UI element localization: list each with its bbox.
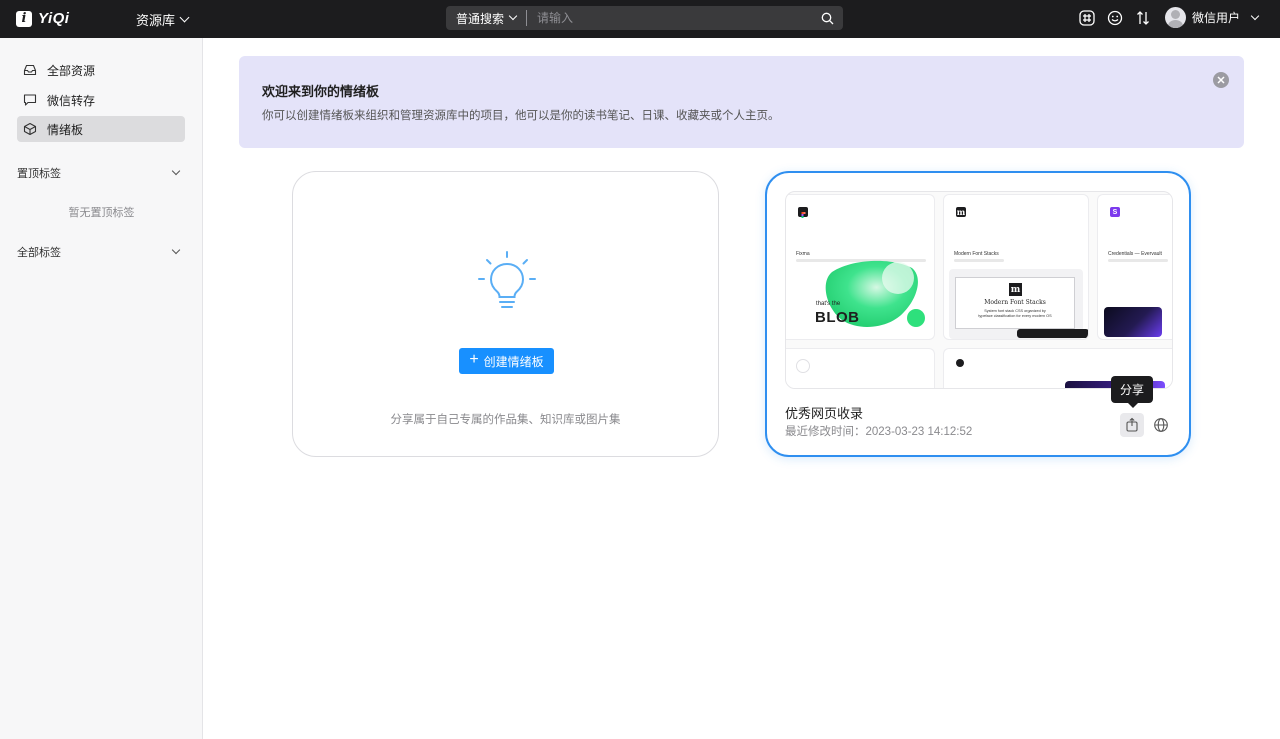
evervault-preview-image <box>1104 307 1162 337</box>
inbox-icon <box>23 63 37 77</box>
sidebar-item-wechat-saved[interactable]: 微信转存 <box>17 87 185 113</box>
chat-bubble-icon <box>23 93 37 107</box>
lightbulb-icon <box>474 250 540 321</box>
tile-url <box>1108 259 1168 262</box>
cube-icon <box>23 122 37 136</box>
user-name: 微信用户 <box>1191 11 1240 25</box>
create-moodboard-button[interactable]: + 创建情绪板 <box>459 348 554 374</box>
chevron-down-icon <box>171 245 181 255</box>
welcome-banner: 欢迎来到你的情绪板 你可以创建情绪板来组织和管理资源库中的项目，他可以是你的读书… <box>239 56 1244 148</box>
figma-icon <box>798 207 808 218</box>
section-title: 置顶标签 <box>17 168 61 180</box>
tile-title: Credentials — Evervault <box>1108 251 1162 257</box>
moodboard-card[interactable]: Fixma that's the BLOB m Modern Font Stac… <box>765 171 1191 457</box>
library-switcher[interactable]: 资源库 <box>136 10 190 29</box>
avatar <box>1164 7 1186 28</box>
chevron-down-icon <box>1250 11 1260 20</box>
sidebar-item-label: 全部资源 <box>47 63 96 78</box>
preview-tile: m Modern Font Stacks m Modern Font Stack… <box>943 194 1089 340</box>
banner-title: 欢迎来到你的情绪板 <box>262 84 380 99</box>
site-favicon-icon <box>956 359 964 367</box>
chevron-down-icon <box>179 12 190 23</box>
font-stack-logo: m <box>1009 283 1022 296</box>
publish-web-button[interactable] <box>1149 413 1173 437</box>
logo-mark: i <box>16 10 32 27</box>
font-stack-card-desc: System font stack CSS organized by <box>984 309 1046 313</box>
font-stack-logo-icon: m <box>956 207 966 217</box>
section-title: 全部标签 <box>17 247 61 259</box>
user-menu[interactable]: 微信用户 <box>1164 7 1260 28</box>
search-icon[interactable] <box>815 6 839 30</box>
create-hint: 分享属于自己专属的作品集、知识库或图片集 <box>390 414 621 426</box>
sidebar-item-label: 微信转存 <box>47 93 96 108</box>
create-button-label: 创建情绪板 <box>483 354 544 369</box>
search-type-dropdown[interactable]: 普通搜索 <box>446 6 526 30</box>
pinned-tags-header[interactable]: 置顶标签 <box>17 164 185 182</box>
sidebar: 全部资源 微信转存 情绪板 置顶标签 暂无置顶标签 全部标签 <box>0 38 203 739</box>
banner-description: 你可以创建情绪板来组织和管理资源库中的项目，他可以是你的读书笔记、日课、收藏夹或… <box>262 110 780 122</box>
moodboard-modified-time: 最近修改时间：2023-03-23 14:12:52 <box>785 426 973 438</box>
library-label: 资源库 <box>136 13 176 28</box>
blob-image <box>825 260 925 327</box>
toast-bar <box>1017 329 1088 338</box>
share-icon <box>1126 417 1138 432</box>
blob-caption-big: BLOB <box>815 309 860 326</box>
search-type-label: 普通搜索 <box>456 11 505 26</box>
font-stack-card-desc: typeface classification for every modern… <box>978 314 1052 318</box>
all-tags-header[interactable]: 全部标签 <box>17 243 185 261</box>
moodboard-title: 优秀网页收录 <box>785 406 864 421</box>
pinned-tags-empty: 暂无置顶标签 <box>68 207 135 219</box>
preview-tile: Fixma that's the BLOB <box>786 194 935 340</box>
globe-icon <box>1154 418 1168 432</box>
moodboard-preview: Fixma that's the BLOB m Modern Font Stac… <box>785 191 1173 389</box>
smiley-icon[interactable] <box>1107 10 1123 26</box>
sidebar-item-label: 情绪板 <box>47 122 84 137</box>
slack-icon[interactable] <box>1079 9 1095 26</box>
font-stack-card: m Modern Font Stacks System font stack C… <box>955 277 1075 329</box>
chevron-down-icon <box>508 11 518 21</box>
preview-tile <box>786 348 935 388</box>
share-tooltip: 分享 <box>1111 376 1153 408</box>
close-icon[interactable] <box>1213 72 1229 88</box>
logo-text: YiQi <box>38 10 70 27</box>
sidebar-item-moodboard[interactable]: 情绪板 <box>17 116 185 142</box>
tile-title: Modern Font Stacks <box>954 251 999 257</box>
font-stack-preview: m Modern Font Stacks System font stack C… <box>949 269 1088 339</box>
evervault-icon: S <box>1110 207 1120 217</box>
preview-tile: S Credentials — Evervault <box>1097 194 1172 340</box>
app-logo[interactable]: i YiQi <box>16 10 69 27</box>
chevron-down-icon <box>171 166 181 176</box>
sort-icon[interactable] <box>1135 10 1151 26</box>
search-input[interactable] <box>527 11 815 25</box>
blob-caption-small: that's the <box>816 301 841 307</box>
plus-icon: + <box>469 351 479 368</box>
tile-title: Fixma <box>796 251 810 257</box>
create-moodboard-card: + 创建情绪板 分享属于自己专属的作品集、知识库或图片集 <box>292 171 719 457</box>
top-right-actions: 微信用户 <box>1079 7 1260 28</box>
top-bar: i YiQi 资源库 普通搜索 微信用户 <box>0 0 1280 38</box>
sidebar-item-all-resources[interactable]: 全部资源 <box>17 57 185 83</box>
search-bar: 普通搜索 <box>446 6 843 30</box>
tile-url <box>954 259 1004 262</box>
share-button[interactable] <box>1120 413 1144 437</box>
circle-icon <box>796 359 810 373</box>
font-stack-card-title: Modern Font Stacks <box>984 299 1046 306</box>
